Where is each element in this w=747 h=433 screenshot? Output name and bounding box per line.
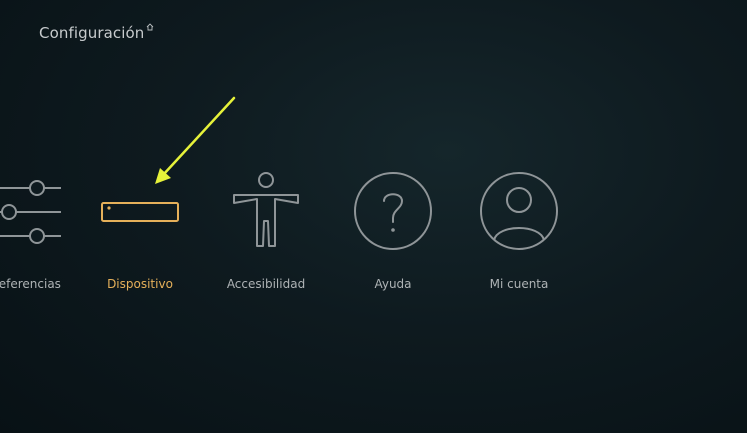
settings-categories-row: Preferencias Dispositivo [0,160,747,310]
category-help[interactable]: Ayuda [338,160,448,300]
category-label: Accesibilidad [226,277,306,291]
category-label: Preferencias [0,277,61,291]
settings-screen: Configuración Preferencias [0,0,747,433]
category-device[interactable]: Dispositivo [85,160,195,300]
category-my-account[interactable]: Mi cuenta [464,160,574,300]
category-label: Ayuda [374,277,412,291]
category-accessibility[interactable]: Accesibilidad [211,160,321,300]
page-title: Configuración [39,24,145,42]
settings-header: Configuración [39,23,154,47]
accessibility-person-icon [221,166,311,256]
category-preferences[interactable]: Preferencias [0,160,79,300]
help-question-icon [348,166,438,256]
user-account-icon [474,166,564,256]
device-box-icon [95,166,185,256]
category-label: Mi cuenta [489,277,549,291]
home-icon [147,23,154,31]
sliders-icon [0,166,69,256]
category-label: Dispositivo [107,277,173,291]
